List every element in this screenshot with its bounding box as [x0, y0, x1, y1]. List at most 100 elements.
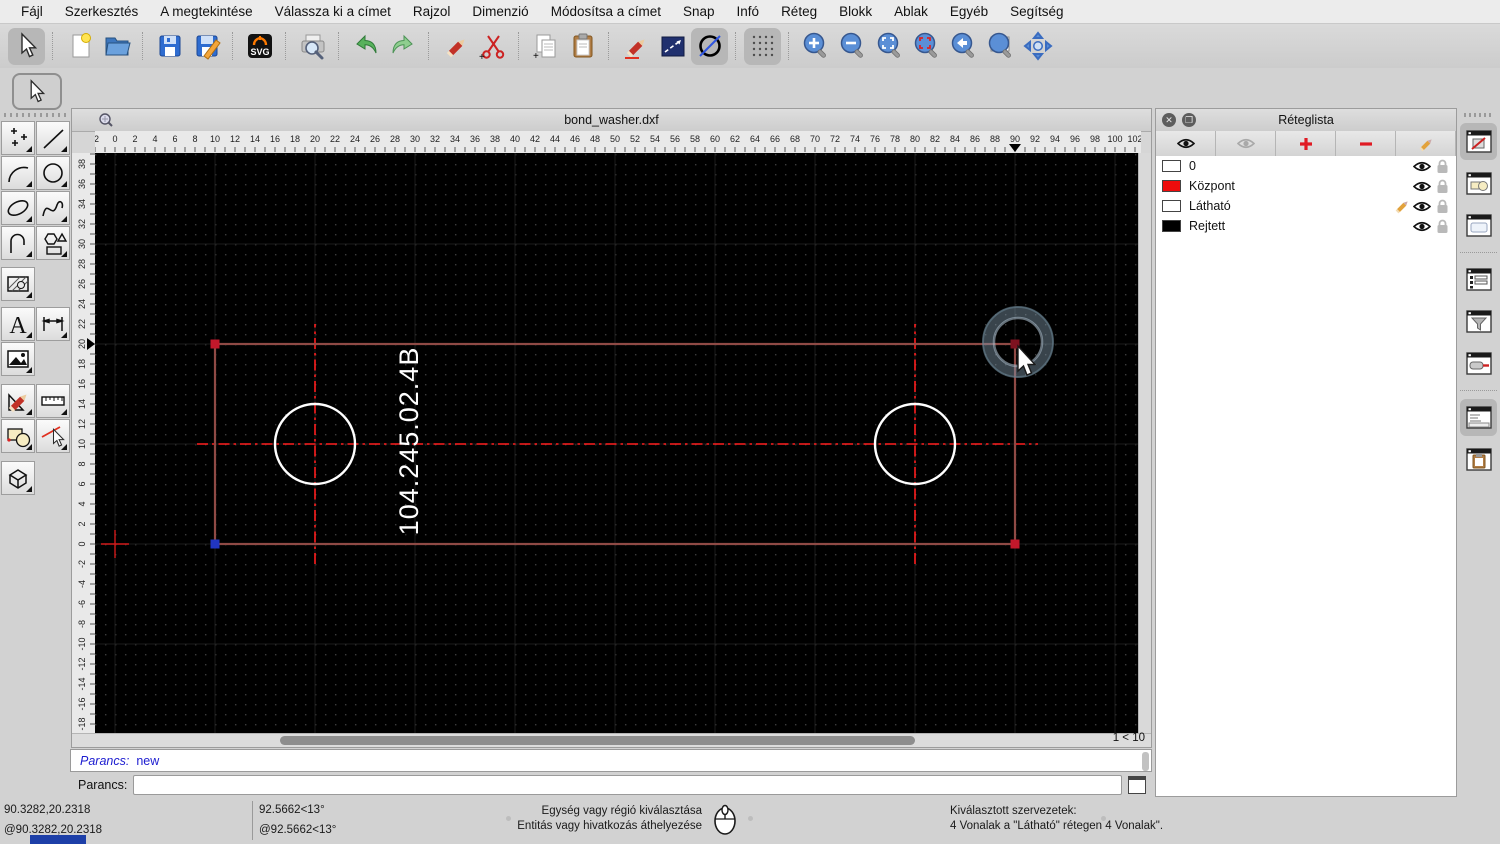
- zoom-pan-button[interactable]: [1019, 28, 1056, 65]
- line-tool-button[interactable]: [654, 28, 691, 65]
- dock-drag-handle[interactable]: [1463, 113, 1494, 117]
- delete-pencil-button[interactable]: [437, 28, 474, 65]
- layer-lock-icon[interactable]: [1432, 179, 1452, 194]
- circle-tool-button[interactable]: [691, 27, 728, 65]
- tool-ellipse[interactable]: [1, 191, 35, 225]
- dock-entity-list-button[interactable]: [1460, 261, 1497, 298]
- tool-block[interactable]: [1, 419, 35, 453]
- open-file-button[interactable]: [98, 28, 135, 65]
- menu-egyéb[interactable]: Egyéb: [939, 4, 999, 19]
- select-arrow-button[interactable]: [12, 73, 62, 110]
- dock-selection-filter-button[interactable]: [1460, 303, 1497, 340]
- layer-visibility-icon[interactable]: [1412, 200, 1432, 213]
- menu-ablak[interactable]: Ablak: [883, 4, 939, 19]
- tool-line[interactable]: [36, 121, 70, 155]
- tool-circle[interactable]: [36, 156, 70, 190]
- selection-handle[interactable]: [210, 539, 220, 549]
- zoom-in-button[interactable]: [797, 28, 834, 65]
- tool-points[interactable]: [1, 121, 35, 155]
- save-button[interactable]: [151, 28, 188, 65]
- float-icon[interactable]: ❐: [1182, 113, 1196, 127]
- layer-panel-header[interactable]: ✕ ❐ Réteglista: [1156, 109, 1456, 132]
- tool-arc[interactable]: [1, 156, 35, 190]
- layer-color-swatch[interactable]: [1162, 220, 1181, 232]
- zoom-auto-button[interactable]: [871, 28, 908, 65]
- horizontal-scrollbar[interactable]: [280, 736, 915, 745]
- tool-polygon[interactable]: [36, 226, 70, 260]
- copy-button[interactable]: +: [527, 28, 564, 65]
- show-all-layers-button[interactable]: [1156, 131, 1216, 156]
- zoom-previous-button[interactable]: [945, 28, 982, 65]
- zoom-window-button[interactable]: [982, 28, 1019, 65]
- remove-layer-button[interactable]: [1336, 131, 1396, 156]
- undo-button[interactable]: [347, 28, 384, 65]
- new-document-button[interactable]: [61, 28, 98, 65]
- tool-hatch[interactable]: [1, 267, 35, 301]
- dock-clipboard-panel-button[interactable]: [1460, 441, 1497, 478]
- tool-text[interactable]: A: [1, 307, 35, 341]
- tool-measure[interactable]: [36, 384, 70, 418]
- dock-block-list-button[interactable]: [1460, 165, 1497, 202]
- menu-infó[interactable]: Infó: [726, 4, 771, 19]
- dock-command-line-button[interactable]: [1460, 399, 1497, 436]
- layer-lock-icon[interactable]: [1432, 219, 1452, 234]
- hide-all-layers-button[interactable]: [1216, 131, 1276, 156]
- selection-handle[interactable]: [210, 339, 220, 349]
- menu-blokk[interactable]: Blokk: [828, 4, 883, 19]
- cut-button[interactable]: +: [474, 28, 511, 65]
- paste-button[interactable]: [564, 28, 601, 65]
- menu-dimenzió[interactable]: Dimenzió: [461, 4, 539, 19]
- layer-visibility-icon[interactable]: [1412, 180, 1432, 193]
- layer-color-swatch[interactable]: [1162, 200, 1181, 212]
- layer-row-központ[interactable]: Központ: [1156, 176, 1456, 196]
- drawing-window-titlebar[interactable]: bond_washer.dxf: [72, 109, 1151, 132]
- tool-polyline[interactable]: [1, 226, 35, 260]
- tool-spline[interactable]: [36, 191, 70, 225]
- menu-szerkesztés[interactable]: Szerkesztés: [54, 4, 150, 19]
- layer-row-látható[interactable]: Látható: [1156, 196, 1456, 216]
- layer-row-rejtett[interactable]: Rejtett: [1156, 216, 1456, 236]
- zoom-out-button[interactable]: [834, 28, 871, 65]
- add-layer-button[interactable]: [1276, 131, 1336, 156]
- tool-dimension[interactable]: [36, 307, 70, 341]
- tool-select-entity[interactable]: [36, 419, 70, 453]
- layer-row-0[interactable]: 0: [1156, 156, 1456, 176]
- layer-color-swatch[interactable]: [1162, 160, 1181, 172]
- menu-fájl[interactable]: Fájl: [10, 4, 54, 19]
- layer-lock-icon[interactable]: [1432, 199, 1452, 214]
- zoom-extents-button[interactable]: [908, 28, 945, 65]
- command-input[interactable]: [133, 775, 1122, 795]
- menu-módosítsa-a-címet[interactable]: Módosítsa a címet: [540, 4, 672, 19]
- menu-válassza-ki-a-címet[interactable]: Válassza ki a címet: [264, 4, 402, 19]
- menu-snap[interactable]: Snap: [672, 4, 726, 19]
- menu-rajzol[interactable]: Rajzol: [402, 4, 462, 19]
- layer-visibility-icon[interactable]: [1412, 160, 1432, 173]
- palette-drag-handle[interactable]: [4, 113, 66, 117]
- menu-segítség[interactable]: Segítség: [999, 4, 1074, 19]
- draw-pencil-button[interactable]: [617, 28, 654, 65]
- layer-visibility-icon[interactable]: [1412, 220, 1432, 233]
- dock-library-browser-button[interactable]: [1460, 207, 1497, 244]
- close-icon[interactable]: ✕: [1162, 113, 1176, 127]
- edit-layer-button[interactable]: [1396, 131, 1456, 156]
- svg-export-button[interactable]: SVG: [241, 28, 278, 65]
- menu-a-megtekintése[interactable]: A megtekintése: [149, 4, 263, 19]
- layer-lock-icon[interactable]: [1432, 159, 1452, 174]
- menu-réteg[interactable]: Réteg: [770, 4, 828, 19]
- dock-pen-palette-button[interactable]: [1460, 345, 1497, 382]
- command-window-icon[interactable]: [1128, 776, 1146, 794]
- redo-button[interactable]: [384, 28, 421, 65]
- snap-grid-button[interactable]: [744, 27, 781, 65]
- tool-modify[interactable]: [1, 384, 35, 418]
- tool-image[interactable]: [1, 342, 35, 376]
- save-as-button[interactable]: [188, 28, 225, 65]
- command-history-scrollbar[interactable]: [1142, 752, 1149, 771]
- dock-layer-list-button[interactable]: [1460, 123, 1497, 160]
- select-pointer-button[interactable]: [8, 27, 45, 65]
- layer-color-swatch[interactable]: [1162, 180, 1181, 192]
- tool-solid-box[interactable]: [1, 461, 35, 495]
- drawing-canvas[interactable]: 104.245.02.4B: [95, 153, 1139, 736]
- print-preview-button[interactable]: [294, 28, 331, 65]
- selection-handle[interactable]: [1010, 539, 1020, 549]
- vertical-scrollbar[interactable]: [1138, 153, 1151, 736]
